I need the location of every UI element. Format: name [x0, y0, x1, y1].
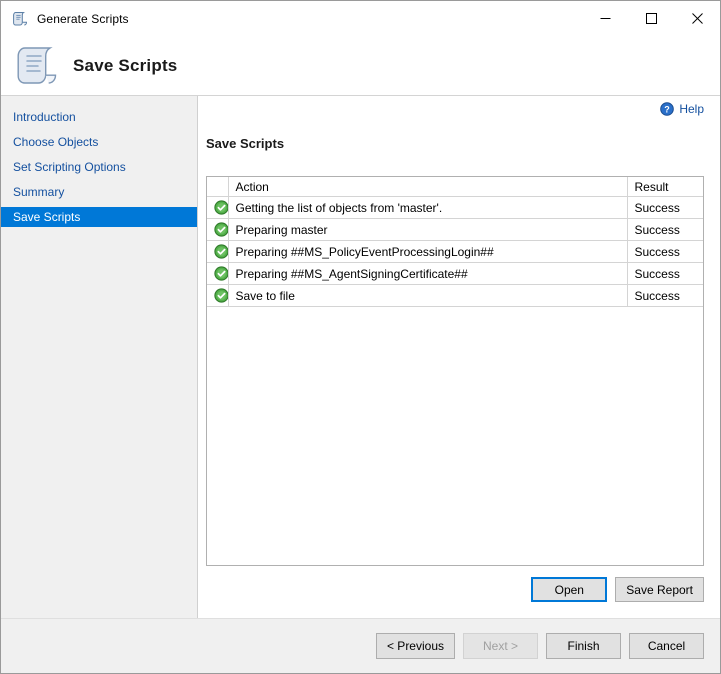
- next-button: Next >: [463, 633, 538, 659]
- table-row[interactable]: Preparing ##MS_PolicyEventProcessingLogi…: [207, 241, 703, 263]
- help-label: Help: [679, 102, 704, 116]
- success-check-icon: [207, 241, 228, 263]
- window-controls: [582, 1, 720, 36]
- cell-action: Getting the list of objects from 'master…: [228, 197, 627, 219]
- finish-button[interactable]: Finish: [546, 633, 621, 659]
- column-header-status: [207, 177, 228, 197]
- cell-result: Success: [627, 197, 703, 219]
- save-report-button[interactable]: Save Report: [615, 577, 704, 602]
- cancel-button[interactable]: Cancel: [629, 633, 704, 659]
- cell-action: Preparing master: [228, 219, 627, 241]
- wizard-sidebar: Introduction Choose Objects Set Scriptin…: [1, 96, 198, 618]
- help-question-icon: ?: [660, 102, 674, 116]
- wizard-footer: < Previous Next > Finish Cancel: [1, 618, 720, 673]
- close-icon[interactable]: [674, 1, 720, 36]
- script-scroll-large-icon: [13, 43, 59, 89]
- help-row: ? Help: [198, 96, 720, 122]
- grid-action-row: Open Save Report: [198, 577, 704, 618]
- table-row[interactable]: Getting the list of objects from 'master…: [207, 197, 703, 219]
- success-check-icon: [207, 219, 228, 241]
- previous-button[interactable]: < Previous: [376, 633, 455, 659]
- cell-result: Success: [627, 285, 703, 307]
- title-bar: Generate Scripts: [1, 1, 720, 36]
- cell-result: Success: [627, 219, 703, 241]
- column-header-result[interactable]: Result: [627, 177, 703, 197]
- table-header-row: Action Result: [207, 177, 703, 197]
- open-button[interactable]: Open: [531, 577, 607, 602]
- minimize-icon[interactable]: [582, 1, 628, 36]
- success-check-icon: [207, 197, 228, 219]
- window-title: Generate Scripts: [37, 12, 129, 26]
- results-grid: Action Result: [206, 176, 704, 566]
- generate-scripts-window: Generate Scripts: [0, 0, 721, 674]
- content-panel: ? Help Save Scripts Action: [198, 96, 720, 618]
- sidebar-item-summary[interactable]: Summary: [1, 182, 197, 202]
- cell-result: Success: [627, 241, 703, 263]
- cell-action: Save to file: [228, 285, 627, 307]
- sidebar-item-choose-objects[interactable]: Choose Objects: [1, 132, 197, 152]
- success-check-icon: [207, 263, 228, 285]
- table-body: Getting the list of objects from 'master…: [207, 197, 703, 307]
- cell-action: Preparing ##MS_PolicyEventProcessingLogi…: [228, 241, 627, 263]
- cell-result: Success: [627, 263, 703, 285]
- page-title: Save Scripts: [73, 56, 177, 76]
- help-link[interactable]: ? Help: [660, 102, 704, 116]
- sidebar-item-save-scripts[interactable]: Save Scripts: [1, 207, 197, 227]
- table-row[interactable]: Preparing ##MS_AgentSigningCertificate##…: [207, 263, 703, 285]
- svg-text:?: ?: [665, 104, 671, 114]
- maximize-icon[interactable]: [628, 1, 674, 36]
- page-header: Save Scripts: [1, 36, 720, 96]
- body-area: Introduction Choose Objects Set Scriptin…: [1, 96, 720, 618]
- column-header-action[interactable]: Action: [228, 177, 627, 197]
- sidebar-item-introduction[interactable]: Introduction: [1, 107, 197, 127]
- content-heading: Save Scripts: [198, 136, 720, 151]
- cell-action: Preparing ##MS_AgentSigningCertificate##: [228, 263, 627, 285]
- success-check-icon: [207, 285, 228, 307]
- sidebar-item-set-scripting-options[interactable]: Set Scripting Options: [1, 157, 197, 177]
- script-scroll-icon: [12, 11, 28, 27]
- table-row[interactable]: Preparing master Success: [207, 219, 703, 241]
- table-row[interactable]: Save to file Success: [207, 285, 703, 307]
